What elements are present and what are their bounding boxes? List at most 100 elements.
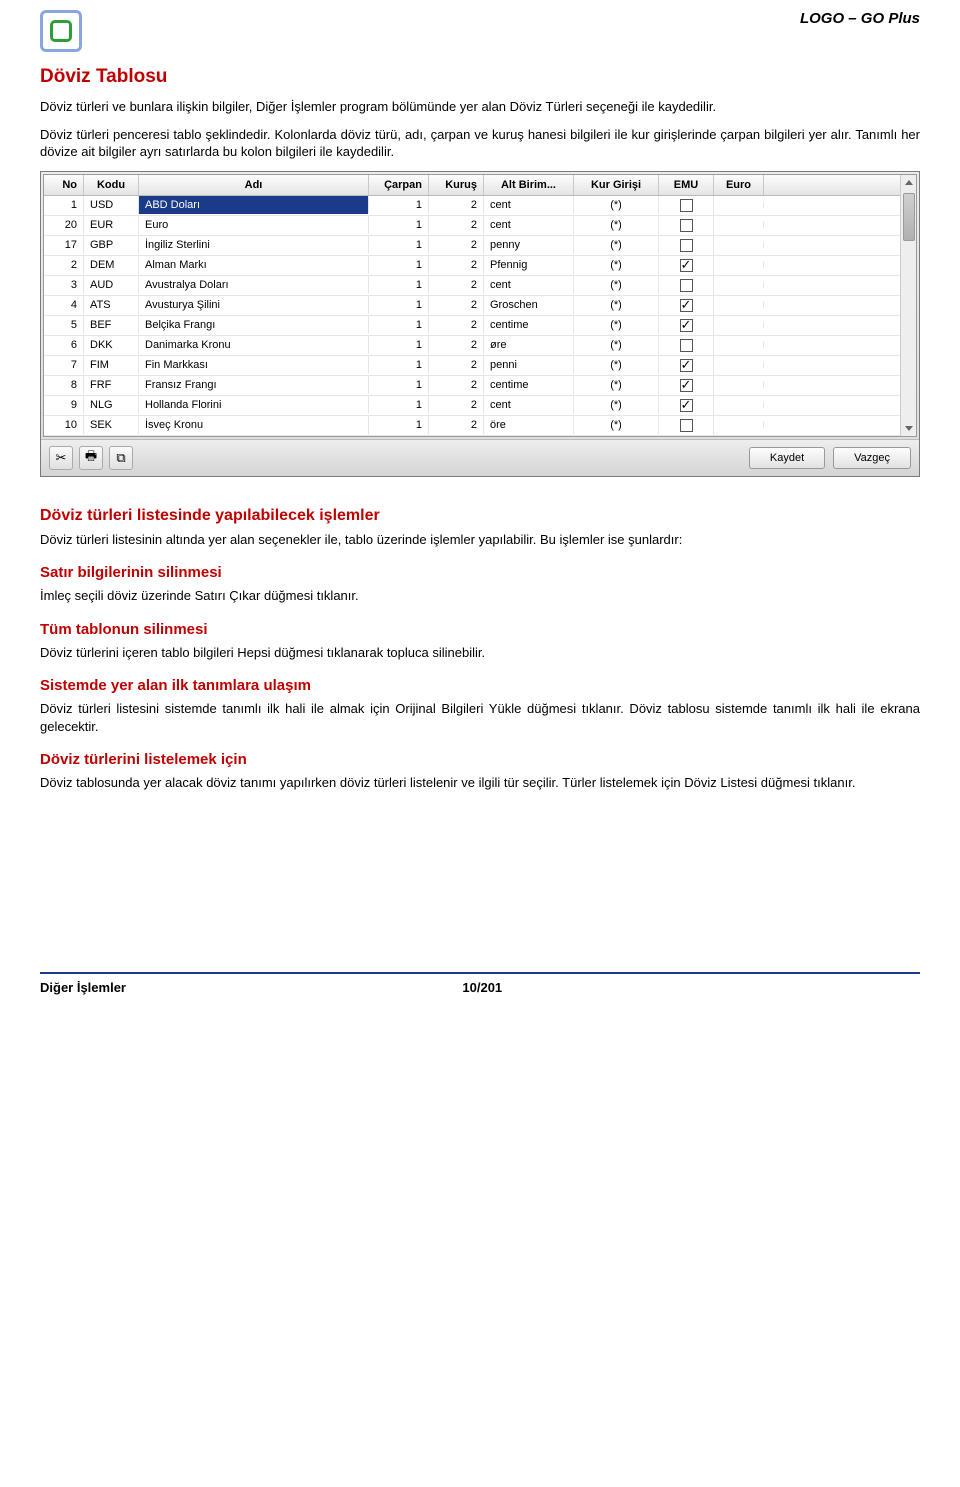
cell-altbirim[interactable]: centime (484, 316, 574, 334)
col-header-kodu[interactable]: Kodu (84, 175, 139, 195)
table-row[interactable]: 20EUREuro12cent(*) (44, 216, 916, 236)
cell-emu[interactable] (659, 276, 714, 295)
table-row[interactable]: 2DEMAlman Markı12Pfennig(*) (44, 256, 916, 276)
cell-kurgirisi[interactable]: (*) (574, 236, 659, 254)
table-row[interactable]: 8FRFFransız Frangı12centime(*) (44, 376, 916, 396)
cell-emu[interactable] (659, 216, 714, 235)
table-row[interactable]: 17GBPİngiliz Sterlini12penny(*) (44, 236, 916, 256)
copy-icon[interactable]: ⧉ (109, 446, 133, 470)
cell-euro[interactable] (714, 342, 764, 348)
col-header-adi[interactable]: Adı (139, 175, 369, 195)
emu-checkbox[interactable] (680, 299, 693, 312)
vertical-scrollbar[interactable] (900, 175, 916, 436)
cell-kurus[interactable]: 2 (429, 356, 484, 374)
cell-carpan[interactable]: 1 (369, 316, 429, 334)
cell-euro[interactable] (714, 302, 764, 308)
cell-euro[interactable] (714, 322, 764, 328)
table-row[interactable]: 4ATSAvusturya Şilini12Groschen(*) (44, 296, 916, 316)
cell-kurus[interactable]: 2 (429, 216, 484, 234)
emu-checkbox[interactable] (680, 239, 693, 252)
cell-emu[interactable] (659, 396, 714, 415)
col-header-kurus[interactable]: Kuruş (429, 175, 484, 195)
cell-kurus[interactable]: 2 (429, 396, 484, 414)
cell-emu[interactable] (659, 416, 714, 435)
table-row[interactable]: 10SEKİsveç Kronu12öre(*) (44, 416, 916, 436)
emu-checkbox[interactable] (680, 399, 693, 412)
col-header-emu[interactable]: EMU (659, 175, 714, 195)
cell-altbirim[interactable]: cent (484, 216, 574, 234)
cancel-button[interactable]: Vazgeç (833, 447, 911, 469)
cell-kodu[interactable]: USD (84, 196, 139, 214)
cell-kurgirisi[interactable]: (*) (574, 356, 659, 374)
cell-kurus[interactable]: 2 (429, 196, 484, 214)
emu-checkbox[interactable] (680, 379, 693, 392)
emu-checkbox[interactable] (680, 219, 693, 232)
cell-emu[interactable] (659, 336, 714, 355)
cell-no[interactable]: 20 (44, 216, 84, 234)
table-row[interactable]: 1USDABD Doları12cent(*) (44, 196, 916, 216)
cell-kurgirisi[interactable]: (*) (574, 316, 659, 334)
table-row[interactable]: 5BEFBelçika Frangı12centime(*) (44, 316, 916, 336)
cell-euro[interactable] (714, 262, 764, 268)
cell-altbirim[interactable]: penni (484, 356, 574, 374)
cell-carpan[interactable]: 1 (369, 336, 429, 354)
cell-kodu[interactable]: NLG (84, 396, 139, 414)
cell-no[interactable]: 6 (44, 336, 84, 354)
cell-altbirim[interactable]: centime (484, 376, 574, 394)
cell-kurgirisi[interactable]: (*) (574, 396, 659, 414)
cell-no[interactable]: 9 (44, 396, 84, 414)
emu-checkbox[interactable] (680, 339, 693, 352)
print-icon[interactable]: 🖶 (79, 446, 103, 470)
cell-altbirim[interactable]: penny (484, 236, 574, 254)
cell-adi[interactable]: ABD Doları (139, 196, 369, 214)
col-header-no[interactable]: No (44, 175, 84, 195)
cell-kurus[interactable]: 2 (429, 336, 484, 354)
cell-no[interactable]: 5 (44, 316, 84, 334)
emu-checkbox[interactable] (680, 199, 693, 212)
cell-kodu[interactable]: DEM (84, 256, 139, 274)
remove-row-icon[interactable]: ✂ (49, 446, 73, 470)
cell-kurus[interactable]: 2 (429, 416, 484, 434)
cell-euro[interactable] (714, 422, 764, 428)
cell-kurgirisi[interactable]: (*) (574, 416, 659, 434)
cell-carpan[interactable]: 1 (369, 396, 429, 414)
cell-adi[interactable]: Alman Markı (139, 256, 369, 274)
cell-adi[interactable]: Hollanda Florini (139, 396, 369, 414)
cell-emu[interactable] (659, 296, 714, 315)
cell-no[interactable]: 7 (44, 356, 84, 374)
cell-emu[interactable] (659, 236, 714, 255)
col-header-kurgirisi[interactable]: Kur Girişi (574, 175, 659, 195)
cell-euro[interactable] (714, 282, 764, 288)
cell-kodu[interactable]: SEK (84, 416, 139, 434)
cell-kodu[interactable]: AUD (84, 276, 139, 294)
cell-no[interactable]: 1 (44, 196, 84, 214)
cell-kurus[interactable]: 2 (429, 236, 484, 254)
cell-altbirim[interactable]: cent (484, 196, 574, 214)
cell-no[interactable]: 3 (44, 276, 84, 294)
cell-kurgirisi[interactable]: (*) (574, 196, 659, 214)
cell-kodu[interactable]: FIM (84, 356, 139, 374)
emu-checkbox[interactable] (680, 279, 693, 292)
cell-carpan[interactable]: 1 (369, 296, 429, 314)
cell-kurus[interactable]: 2 (429, 316, 484, 334)
cell-kodu[interactable]: EUR (84, 216, 139, 234)
cell-kurgirisi[interactable]: (*) (574, 376, 659, 394)
cell-emu[interactable] (659, 256, 714, 275)
cell-kurus[interactable]: 2 (429, 256, 484, 274)
cell-kurgirisi[interactable]: (*) (574, 216, 659, 234)
cell-adi[interactable]: İngiliz Sterlini (139, 236, 369, 254)
cell-kurgirisi[interactable]: (*) (574, 296, 659, 314)
cell-kodu[interactable]: ATS (84, 296, 139, 314)
cell-adi[interactable]: Avustralya Doları (139, 276, 369, 294)
cell-carpan[interactable]: 1 (369, 196, 429, 214)
cell-euro[interactable] (714, 362, 764, 368)
cell-adi[interactable]: Belçika Frangı (139, 316, 369, 334)
cell-kurus[interactable]: 2 (429, 296, 484, 314)
cell-kurus[interactable]: 2 (429, 376, 484, 394)
cell-adi[interactable]: Danimarka Kronu (139, 336, 369, 354)
cell-carpan[interactable]: 1 (369, 376, 429, 394)
cell-kurgirisi[interactable]: (*) (574, 276, 659, 294)
emu-checkbox[interactable] (680, 259, 693, 272)
cell-kurgirisi[interactable]: (*) (574, 336, 659, 354)
table-row[interactable]: 9NLGHollanda Florini12cent(*) (44, 396, 916, 416)
